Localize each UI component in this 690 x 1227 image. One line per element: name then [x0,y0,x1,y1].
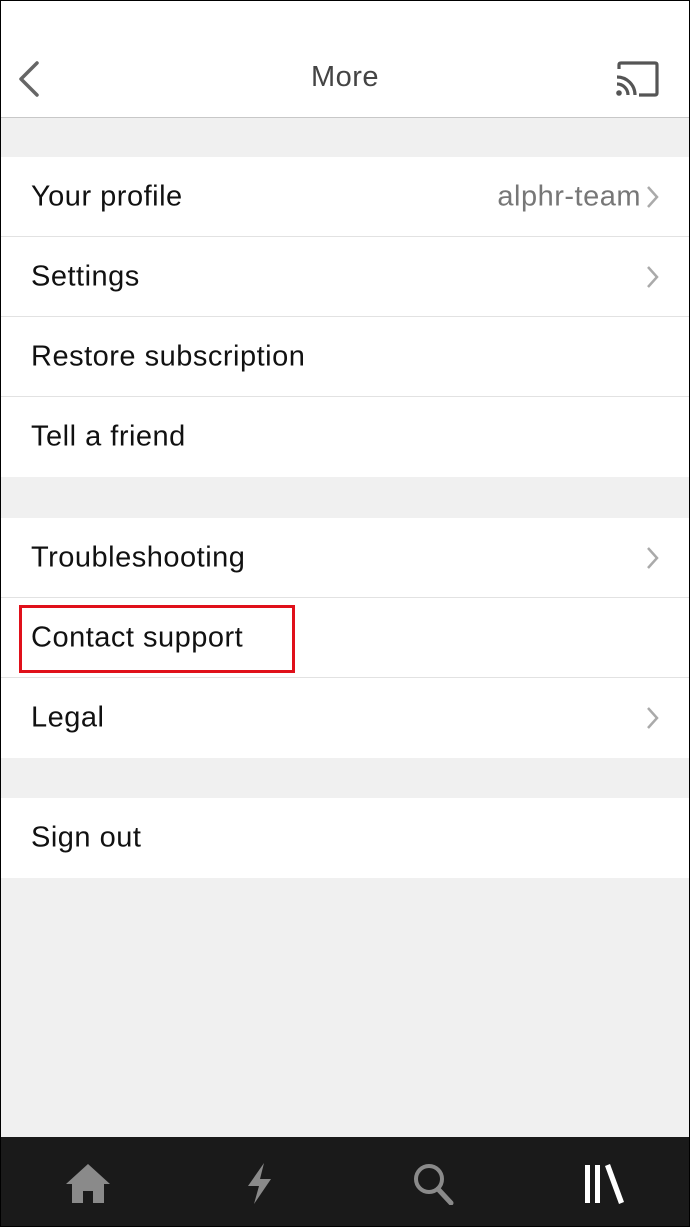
menu-item-label: Your profile [31,180,183,212]
menu-item-your-profile[interactable]: Your profile alphr-team [1,157,689,237]
menu-item-legal[interactable]: Legal [1,678,689,758]
menu-item-label: Tell a friend [31,420,186,453]
menu-group-signout: Sign out [1,798,689,878]
menu-group-help: Troubleshooting Contact support Legal [1,518,689,758]
chevron-right-icon [647,185,659,208]
profile-username: alphr-team [497,180,641,212]
menu-item-settings[interactable]: Settings [1,237,689,317]
menu-item-label: Settings [31,260,140,292]
menu-group-account: Your profile alphr-team Settings Restore… [1,157,689,477]
menu-item-label: Restore subscription [31,340,306,372]
menu-item-troubleshooting[interactable]: Troubleshooting [1,518,689,598]
lightning-icon[interactable] [234,1161,284,1205]
menu-item-label: Contact support [31,621,244,653]
chevron-right-icon [647,546,659,569]
chevron-right-icon [647,707,659,729]
menu-item-sign-out[interactable]: Sign out [1,798,689,878]
bottom-tab-bar [1,1137,689,1226]
menu-item-tell-a-friend[interactable]: Tell a friend [1,397,689,477]
menu-item-label: Sign out [31,821,142,854]
top-bar: More [1,1,689,118]
page-title: More [310,61,380,93]
menu-item-contact-support[interactable]: Contact support [1,598,689,678]
search-icon[interactable] [407,1161,457,1205]
chevron-right-icon [647,265,659,288]
home-icon[interactable] [63,1161,113,1205]
library-icon[interactable] [579,1161,629,1205]
menu-item-restore-subscription[interactable]: Restore subscription [1,317,689,397]
menu-item-label: Troubleshooting [31,541,246,573]
menu-item-label: Legal [31,701,105,734]
cast-icon[interactable] [613,59,661,99]
